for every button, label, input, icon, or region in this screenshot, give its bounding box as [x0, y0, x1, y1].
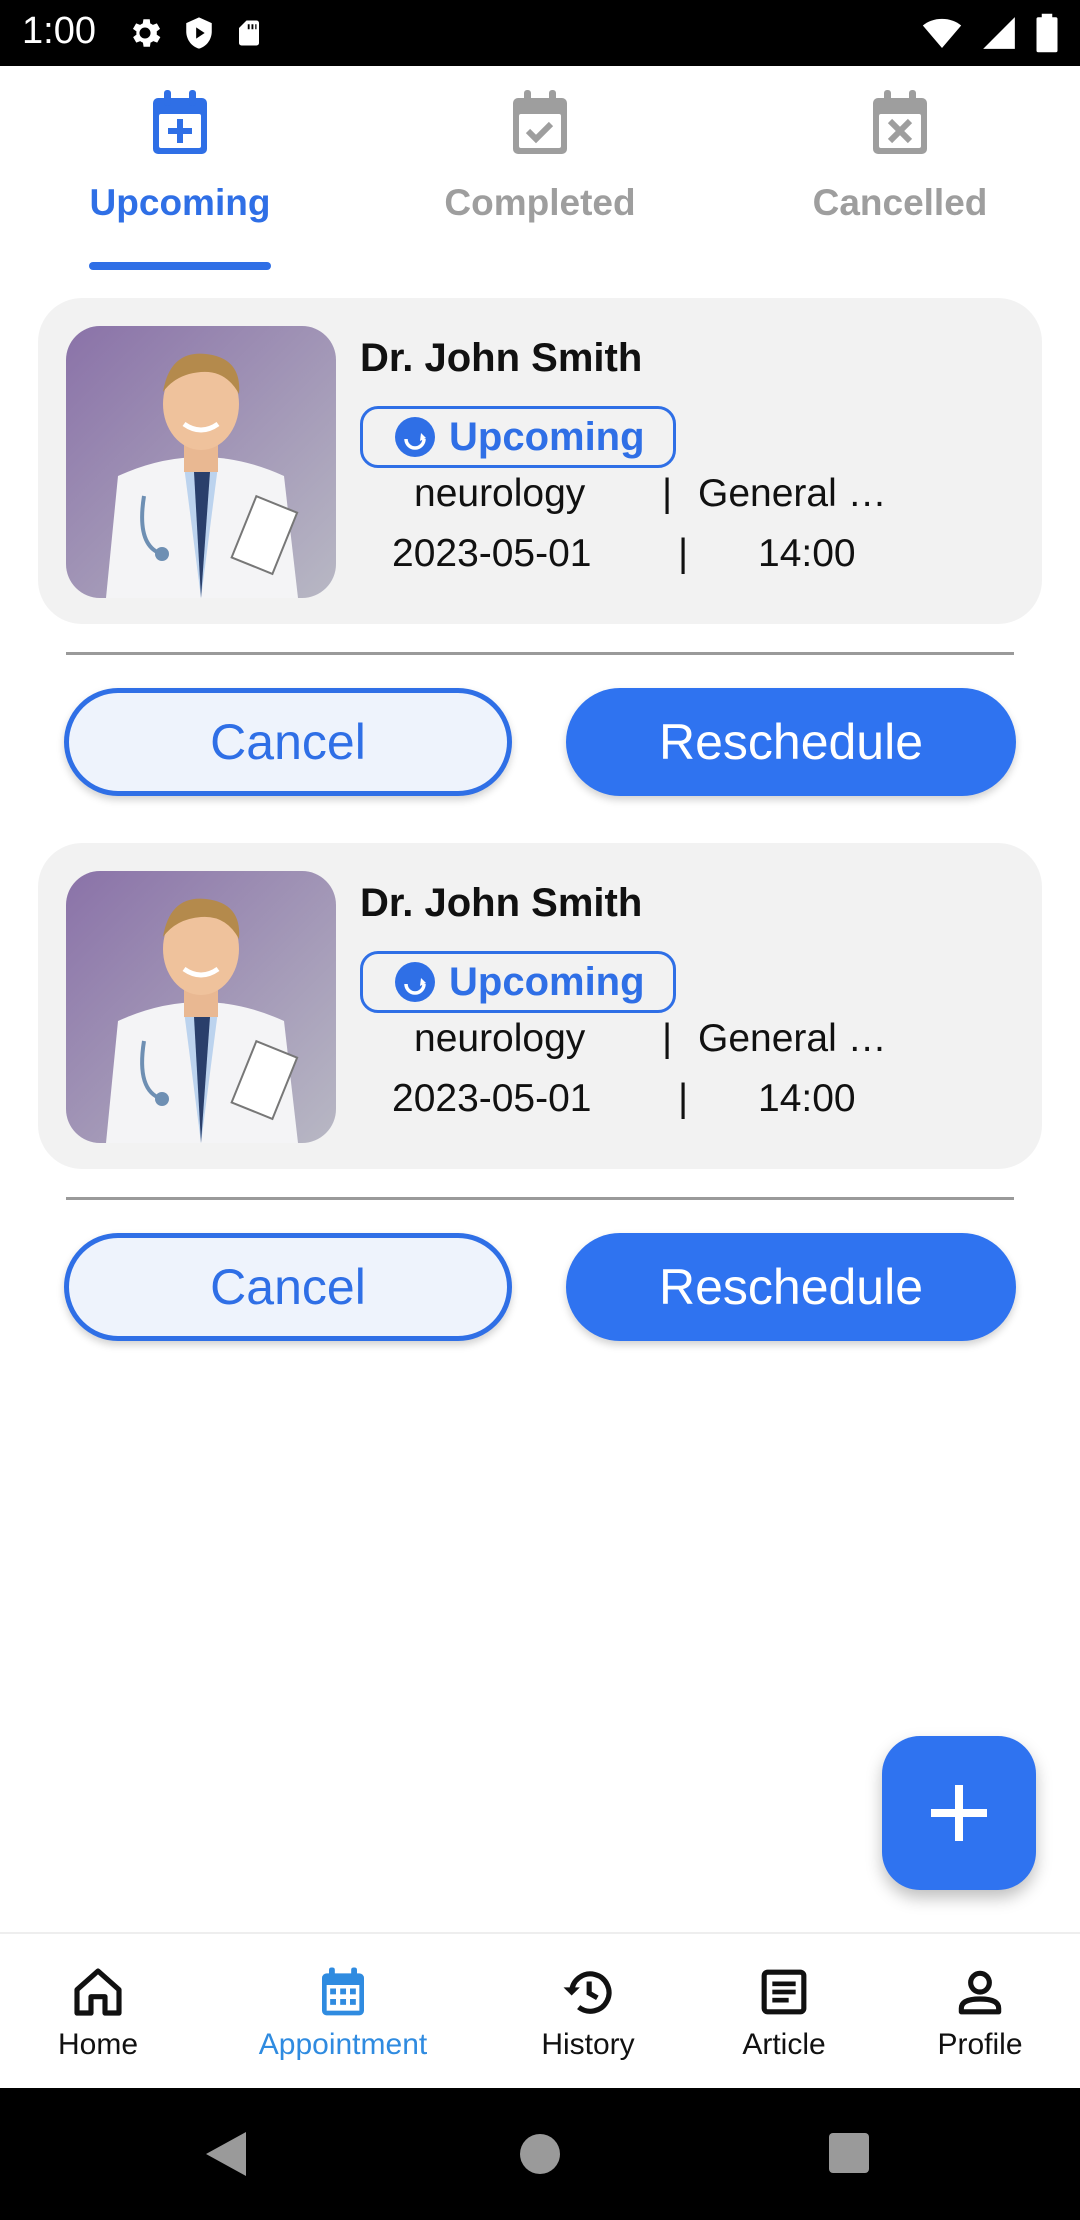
calendar-plus-icon — [153, 90, 207, 154]
nav-label: Appointment — [258, 2028, 428, 2061]
home-button-icon[interactable] — [518, 2132, 562, 2176]
settings-icon — [132, 19, 161, 47]
tab-cancelled[interactable]: Cancelled — [720, 66, 1080, 272]
tab-label: Completed — [444, 182, 636, 223]
signal-icon — [983, 17, 1015, 49]
recents-icon[interactable] — [828, 2132, 870, 2174]
status-time: 1:00 — [22, 10, 96, 52]
separator: | — [678, 532, 689, 575]
specialty: neurology — [414, 1017, 586, 1060]
nav-item-profile[interactable]: Profile — [920, 1934, 1040, 2090]
add-appointment-button[interactable] — [882, 1736, 1036, 1890]
nav-item-home[interactable]: Home — [38, 1934, 158, 2090]
shield-icon — [186, 17, 212, 49]
calendar-check-icon — [513, 90, 567, 154]
wifi-icon — [922, 18, 962, 48]
cancel-button[interactable]: Cancel — [64, 1233, 512, 1341]
nav-label: Article — [742, 2028, 826, 2061]
nav-label: History — [541, 2028, 635, 2061]
status-label: Upcoming — [449, 414, 645, 459]
home-icon — [74, 1968, 122, 2016]
doctor-name: Dr. John Smith — [360, 881, 643, 925]
status-bar: 1:00 — [0, 0, 1080, 66]
tab-indicator — [89, 262, 271, 270]
appointment-date: 2023-05-01 — [392, 1077, 592, 1120]
history-icon — [563, 1971, 612, 2014]
refresh-icon — [395, 962, 435, 1002]
nav-item-history[interactable]: History — [528, 1934, 648, 2090]
separator: | — [662, 472, 673, 515]
specialty: neurology — [414, 472, 586, 515]
doctor-photo — [66, 326, 336, 598]
reschedule-button[interactable]: Reschedule — [566, 688, 1016, 796]
sd-card-icon — [239, 20, 259, 46]
doctor-photo — [66, 871, 336, 1143]
nav-item-article[interactable]: Article — [724, 1934, 844, 2090]
appointment-time: 14:00 — [758, 532, 856, 575]
nav-item-appointment[interactable]: Appointment — [240, 1934, 446, 2090]
cancel-button[interactable]: Cancel — [64, 688, 512, 796]
back-icon[interactable] — [204, 2130, 248, 2178]
appointment-time: 14:00 — [758, 1077, 856, 1120]
nav-label: Home — [57, 2028, 139, 2061]
appointment-card[interactable]: Dr. John Smith Upcoming neurology | Gene… — [38, 298, 1042, 624]
battery-icon — [1036, 13, 1058, 53]
tab-label: Cancelled — [812, 182, 988, 223]
appointment-card[interactable]: Dr. John Smith Upcoming neurology | Gene… — [38, 843, 1042, 1169]
appointment-tabs: Upcoming Completed Cancelled — [0, 66, 1080, 272]
divider — [66, 1197, 1014, 1200]
nav-label: Profile — [937, 2028, 1023, 2061]
tab-upcoming[interactable]: Upcoming — [0, 66, 360, 272]
category: General … — [698, 1017, 887, 1060]
article-icon — [761, 1969, 807, 2015]
person-icon — [958, 1970, 1002, 2015]
tab-completed[interactable]: Completed — [360, 66, 720, 272]
tab-label: Upcoming — [89, 182, 271, 223]
bottom-navigation: Home Appointment History Article Profile — [0, 1932, 1080, 2090]
category: General … — [698, 472, 887, 515]
calendar-icon — [322, 1967, 364, 2016]
status-label: Upcoming — [449, 959, 645, 1004]
status-badge: Upcoming — [360, 406, 676, 468]
reschedule-button[interactable]: Reschedule — [566, 1233, 1016, 1341]
divider — [66, 652, 1014, 655]
status-badge: Upcoming — [360, 951, 676, 1013]
separator: | — [678, 1077, 689, 1120]
doctor-name: Dr. John Smith — [360, 336, 643, 380]
appointment-date: 2023-05-01 — [392, 532, 592, 575]
system-navigation-bar — [0, 2088, 1080, 2220]
calendar-x-icon — [873, 90, 927, 154]
refresh-icon — [395, 417, 435, 457]
plus-icon — [931, 1785, 987, 1841]
separator: | — [662, 1017, 673, 1060]
